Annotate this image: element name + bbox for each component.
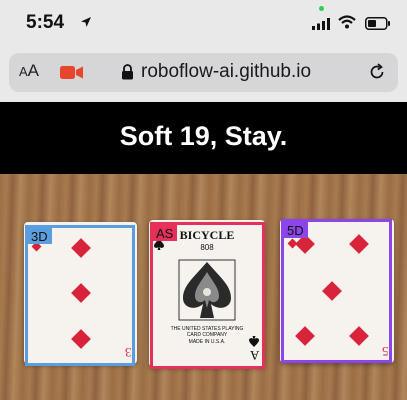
lock-icon	[122, 64, 133, 80]
battery-icon	[365, 17, 390, 30]
advice-banner: Soft 19, Stay.	[0, 102, 407, 174]
camera-feed: 3 3 3D A BICYCLE 808 THE UNITED STATES P…	[0, 174, 407, 400]
detection-box-as: AS	[150, 222, 265, 369]
text-size-button[interactable]: AA	[19, 61, 39, 81]
detection-box-3d: 3D	[25, 225, 135, 366]
camera-icon[interactable]	[60, 65, 84, 80]
address-bar[interactable]: AA roboflow-ai.github.io	[9, 53, 398, 92]
reload-icon[interactable]	[367, 62, 387, 82]
detection-label-as: AS	[153, 225, 178, 241]
recording-indicator	[319, 6, 324, 11]
detection-label-5d: 5D	[284, 222, 308, 238]
status-time: 5:54	[26, 12, 65, 33]
url-text[interactable]: roboflow-ai.github.io	[141, 61, 311, 83]
location-arrow-icon	[81, 17, 91, 27]
wifi-icon	[338, 15, 356, 29]
advice-text: Soft 19, Stay.	[119, 121, 288, 151]
status-bar: 5:54	[0, 0, 407, 46]
detection-label-3d: 3D	[28, 228, 52, 244]
detection-box-5d: 5D	[281, 219, 392, 363]
signal-icon	[312, 18, 330, 30]
